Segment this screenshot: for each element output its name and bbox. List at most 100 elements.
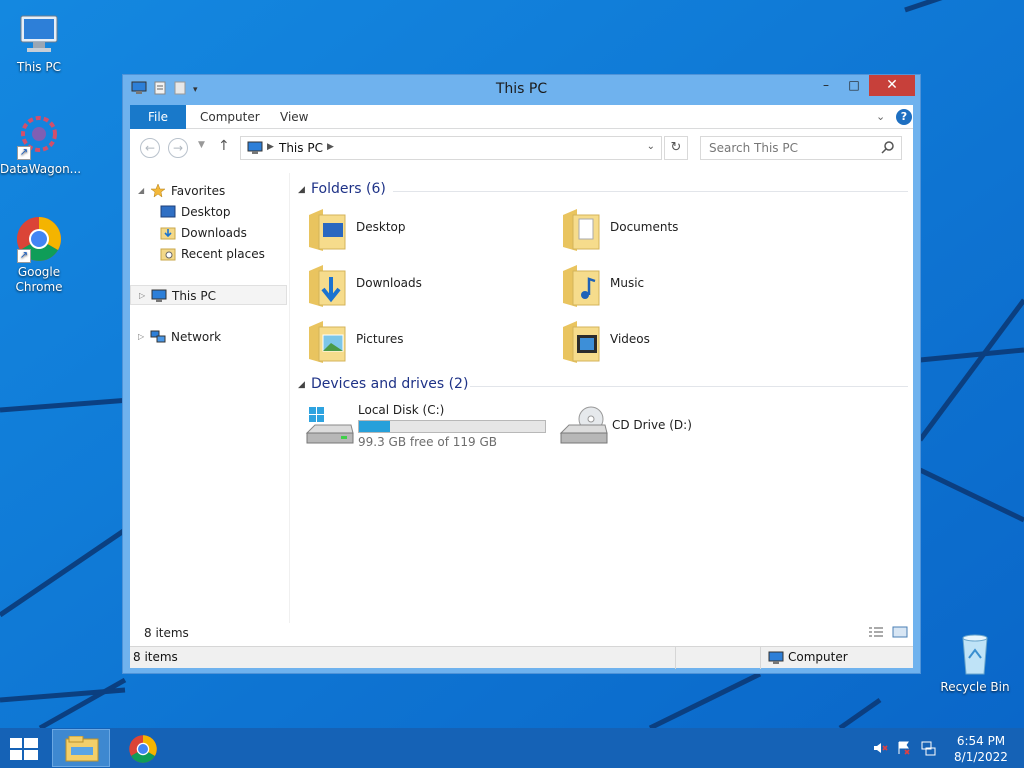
group-divider: [393, 191, 908, 192]
devices-group-header[interactable]: ◢ Devices and drives (2): [298, 376, 908, 396]
network-status-icon[interactable]: [920, 740, 936, 759]
nav-recent-places[interactable]: Recent places: [130, 244, 288, 264]
minimize-button[interactable]: –: [813, 75, 839, 96]
action-center-icon[interactable]: [896, 740, 912, 759]
nav-network[interactable]: ▷ Network: [130, 327, 288, 347]
datawagon-icon: ↗: [15, 112, 63, 160]
downloads-folder-icon: [307, 263, 347, 309]
navigation-pane: ◢ Favorites Desktop Downloads Recent pla…: [130, 173, 290, 643]
back-button[interactable]: ←: [140, 138, 160, 158]
drive-tile-cd-drive[interactable]: CD Drive (D:): [547, 403, 747, 453]
clock[interactable]: 6:54 PM 8/1/2022: [950, 733, 1012, 765]
folder-tile-downloads[interactable]: Downloads: [293, 261, 543, 311]
search-icon[interactable]: [881, 140, 895, 157]
nav-this-pc[interactable]: ▷ This PC: [130, 285, 287, 305]
volume-muted-icon[interactable]: [872, 740, 888, 759]
taskbar: 6:54 PM 8/1/2022: [0, 728, 1024, 768]
nav-downloads[interactable]: Downloads: [130, 223, 288, 243]
status-bar: 8 items Computer: [130, 646, 913, 669]
windows-logo-icon: [10, 738, 38, 760]
breadcrumb-chevron-icon[interactable]: ▶: [327, 142, 334, 152]
large-icons-view-icon[interactable]: [892, 626, 908, 641]
nav-favorites[interactable]: ◢ Favorites: [130, 181, 288, 201]
refresh-button[interactable]: ↻: [664, 136, 688, 160]
clock-time: 6:54 PM: [956, 734, 1006, 748]
videos-folder-icon: [561, 319, 601, 365]
status-divider: [760, 647, 761, 669]
cd-drive-icon: [559, 405, 609, 452]
address-bar[interactable]: ▶ This PC ▶ ⌄: [240, 136, 662, 160]
computer-icon: [15, 10, 63, 58]
music-folder-icon: [561, 263, 601, 309]
close-button[interactable]: ✕: [869, 75, 915, 96]
tab-view[interactable]: View: [268, 105, 320, 129]
item-count-bar: 8 items: [130, 623, 913, 645]
star-icon: [150, 183, 166, 198]
recent-places-icon: [160, 247, 176, 261]
desktop-folder-icon: [307, 207, 347, 253]
folder-tile-pictures[interactable]: Pictures: [293, 317, 543, 367]
group-divider: [470, 386, 908, 387]
nav-desktop[interactable]: Desktop: [130, 202, 288, 222]
ribbon-tabs: File Computer View ⌄ ?: [130, 105, 913, 129]
content-pane: ◢ Folders (6) Desktop Documents Download…: [293, 173, 913, 643]
tab-computer[interactable]: Computer: [188, 105, 272, 129]
expand-arrow-icon[interactable]: ▷: [138, 327, 144, 347]
computer-icon: [768, 651, 784, 668]
folder-tile-music[interactable]: Music: [547, 261, 797, 311]
network-icon: [150, 330, 166, 344]
chevron-down-icon[interactable]: ⌄: [647, 141, 655, 152]
expand-ribbon-icon[interactable]: ⌄: [876, 110, 885, 123]
details-view-icon[interactable]: [868, 626, 884, 641]
computer-icon: [151, 289, 167, 303]
desktop-icon-google-chrome[interactable]: ↗ Google Chrome: [0, 215, 78, 295]
title-bar[interactable]: ▾ This PC – □ ✕: [123, 75, 920, 105]
search-placeholder: Search This PC: [709, 141, 798, 155]
disk-usage-bar: [358, 420, 546, 433]
this-pc-icon: [247, 141, 263, 158]
desktop-icon-recycle-bin[interactable]: Recycle Bin: [936, 630, 1014, 695]
recent-locations-icon[interactable]: ▼: [198, 140, 205, 150]
downloads-folder-icon: [160, 226, 176, 240]
chrome-icon: [129, 735, 157, 763]
drive-tile-local-disk[interactable]: Local Disk (C:) 99.3 GB free of 119 GB: [293, 403, 553, 453]
window-title: This PC: [495, 81, 548, 97]
system-tray: [872, 740, 936, 759]
up-button[interactable]: ↑: [218, 138, 230, 154]
shortcut-arrow-icon: ↗: [17, 249, 31, 263]
taskbar-google-chrome[interactable]: [128, 734, 158, 767]
folder-tile-videos[interactable]: Videos: [547, 317, 797, 367]
navigation-bar: ← → ▼ ↑ ▶ This PC ▶ ⌄ ↻ Search This PC: [130, 130, 913, 166]
collapse-arrow-icon[interactable]: ◢: [298, 185, 305, 195]
shortcut-arrow-icon: ↗: [17, 146, 31, 160]
start-button[interactable]: [10, 738, 38, 763]
desktop-icon-this-pc[interactable]: This PC: [0, 10, 78, 75]
hard-drive-icon: [305, 405, 355, 452]
search-input[interactable]: Search This PC: [700, 136, 902, 160]
tab-file[interactable]: File: [130, 105, 186, 129]
folder-tile-documents[interactable]: Documents: [547, 205, 797, 255]
clock-date: 8/1/2022: [954, 750, 1008, 764]
chrome-icon: ↗: [15, 215, 63, 263]
desktop-icon-datawagon[interactable]: ↗ DataWagon...: [0, 112, 81, 177]
help-icon[interactable]: ?: [896, 109, 912, 125]
explorer-window: ▾ This PC – □ ✕ File Computer View ⌄ ? ←…: [122, 74, 921, 674]
disk-usage-fill: [359, 421, 390, 432]
collapse-arrow-icon[interactable]: ◢: [138, 181, 144, 201]
folder-tile-desktop[interactable]: Desktop: [293, 205, 543, 255]
window-body: File Computer View ⌄ ? ← → ▼ ↑ ▶ This PC…: [130, 105, 913, 669]
expand-arrow-icon[interactable]: ▷: [139, 286, 145, 306]
pictures-folder-icon: [307, 319, 347, 365]
folders-group-header[interactable]: ◢ Folders (6): [298, 181, 908, 201]
recycle-bin-icon: [951, 630, 999, 678]
breadcrumb-this-pc[interactable]: This PC: [279, 141, 323, 155]
desktop-folder-icon: [160, 205, 176, 219]
file-explorer-icon: [65, 736, 99, 762]
collapse-arrow-icon[interactable]: ◢: [298, 380, 305, 390]
documents-folder-icon: [561, 207, 601, 253]
maximize-button[interactable]: □: [841, 75, 867, 96]
forward-button[interactable]: →: [168, 138, 188, 158]
breadcrumb-chevron-icon[interactable]: ▶: [267, 142, 274, 152]
status-divider: [675, 647, 676, 669]
taskbar-file-explorer[interactable]: [52, 729, 110, 767]
